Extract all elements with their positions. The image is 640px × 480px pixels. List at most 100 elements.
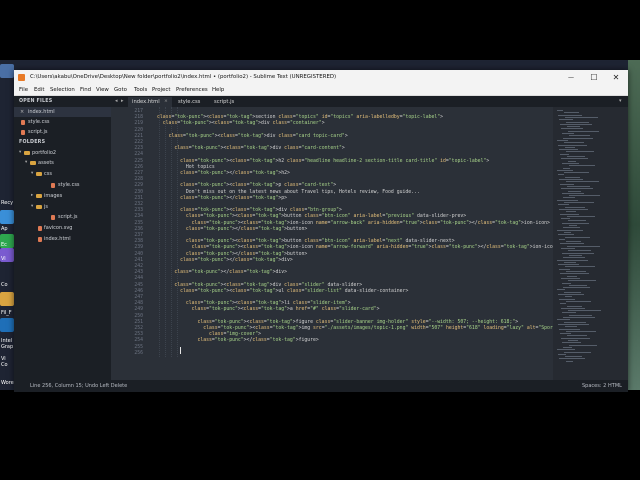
line-number: 232 [134,202,143,207]
line-number: 236 [134,226,143,232]
minimap-line [560,213,579,215]
code-line[interactable]: class="tok-punc"><class="tok-tag">button… [157,239,455,244]
code-line[interactable]: class="tok-punc"></class="tok-tag">div> [157,258,293,263]
syntax-selector[interactable]: HTML [608,383,622,389]
menu-view[interactable]: View [96,87,109,93]
desktop-app-icon[interactable] [0,210,14,224]
code-line[interactable]: class="tok-punc"></class="tok-tag">div> [157,270,287,275]
minimap-line [562,312,576,314]
code-line[interactable]: class="tok-punc"></class="tok-tag">h2> [157,171,290,176]
code-line[interactable]: class="tok-punc"><class="tok-tag">sectio… [157,115,443,120]
code-line[interactable]: class="tok-punc"><class="tok-tag">div cl… [157,121,325,126]
minimap-line [569,254,582,256]
minimap-line [560,153,569,155]
open-file-item[interactable]: × index.html [14,107,111,117]
code-line[interactable]: class="tok-punc"><class="tok-tag">figure… [157,320,518,325]
menu-file[interactable]: File [19,87,28,93]
code-line[interactable]: class="tok-punc"></class="tok-tag">p> [157,196,287,201]
minimap-line [557,169,573,171]
minimap-line [557,229,583,231]
code-line[interactable]: class="tok-punc"></class="tok-tag">butto… [157,227,307,232]
code-line[interactable]: Hot topics [157,165,215,170]
menu-preferences[interactable]: Preferences [176,87,208,93]
code-line[interactable]: class="tok-punc"><class="tok-tag">h2 cla… [157,159,489,164]
code-line[interactable]: class="tok-punc"><class="tok-tag">div cl… [157,146,344,151]
minimap-line [567,275,577,277]
menu-edit[interactable]: Edit [34,87,44,93]
tab-overflow-icon[interactable]: ▾ [619,98,622,104]
code-editor[interactable]: 217 218 219 220 221 222 223 224 225 226 227 228 229 2… [111,107,628,380]
line-number: 251 [134,319,143,325]
code-line[interactable]: class="tok-punc"><class="tok-tag">a href… [157,307,380,312]
minimap-line [566,241,581,243]
menu-help[interactable]: Help [212,87,224,93]
maximize-button[interactable]: ☐ [585,72,603,83]
line-number: 246 [134,288,143,294]
code-line[interactable]: class="tok-punc"><class="tok-tag">button… [157,214,466,219]
desktop-app-icon[interactable] [0,292,14,306]
folder-item[interactable]: ▾ js [14,202,111,212]
line-number: 248 [134,301,143,307]
minimap-line [563,287,590,289]
line-number: 217 [134,109,143,114]
folder-item[interactable]: ▸ images [14,191,111,201]
close-tab-icon[interactable]: × [164,99,168,104]
folder-item[interactable]: ▾ assets [14,158,111,168]
menu-project[interactable]: Project [152,87,170,93]
line-number: 218 [134,115,143,121]
code-line[interactable]: class="tok-punc"><class="tok-tag">li cla… [157,301,351,306]
title-bar[interactable]: C:\Users\akabu\OneDrive\Desktop\New fold… [14,70,628,85]
minimap-line [564,321,586,323]
line-number: 226 [134,164,143,170]
line-number: 231 [134,195,143,201]
indentation-setting[interactable]: Spaces: 2 [582,383,606,389]
open-file-item[interactable]: script.js [14,127,111,137]
file-item[interactable]: favicon.svg [14,223,111,233]
file-item[interactable]: script.js [14,212,111,222]
minimap-line [562,282,571,284]
folder-icon [30,161,36,165]
close-file-icon[interactable]: × [20,109,24,115]
code-line[interactable]: class="img-cover"> [157,332,261,337]
code-line[interactable]: class="tok-punc"><class="tok-tag">ion-ic… [157,221,550,226]
line-number: 233 [134,208,143,214]
menu-goto[interactable]: Goto [114,87,127,93]
tab-prev-icon[interactable]: ◂ [115,98,118,104]
desktop-icon-label: Recy [1,200,14,206]
minimap-line [560,243,584,245]
desktop-app-icon[interactable] [0,64,14,78]
menu-selection[interactable]: Selection [50,87,75,93]
tab-label: script.js [214,99,235,105]
code-line[interactable]: class="tok-punc"><class="tok-tag">ion-ic… [157,245,559,250]
tab-label: style.css [178,99,201,105]
code-line[interactable]: class="tok-punc"><class="tok-tag">div cl… [157,208,342,213]
tab-script-js[interactable]: script.js [210,97,244,107]
code-line[interactable]: class="tok-punc"><class="tok-tag">div cl… [157,134,348,139]
desktop-app-icon[interactable] [0,318,14,332]
folder-item[interactable]: ▾ portfolio2 [14,148,111,158]
minimize-button[interactable]: — [562,72,580,83]
code-line[interactable]: class="tok-punc"><class="tok-tag">img sr… [157,326,558,331]
folder-item[interactable]: ▾ css [14,169,111,179]
tab-style-css[interactable]: style.css [174,97,208,107]
minimap-line [566,360,573,362]
minimap[interactable] [553,107,628,380]
code-line[interactable]: class="tok-punc"><class="tok-tag">p clas… [157,183,336,188]
code-line[interactable]: class="tok-punc"><class="tok-tag">ul cla… [157,289,408,294]
code-line[interactable]: class="tok-punc"></class="tok-tag">butto… [157,252,307,257]
tab-index-html[interactable]: index.html × [128,97,172,107]
tab-next-icon[interactable]: ▸ [121,98,124,104]
tab-bar: ◂ ▸ index.html × style.css script.js ▾ [111,96,628,107]
minimap-line [559,208,588,210]
minimap-line [558,174,564,176]
menu-find[interactable]: Find [80,87,91,93]
file-item[interactable]: index.html [14,234,111,244]
close-button[interactable]: ✕ [607,72,625,83]
open-file-item[interactable]: style.css [14,117,111,127]
file-item[interactable]: style.css [14,180,111,190]
code-line[interactable]: Don't miss out on the latest news about … [157,190,420,195]
menu-tools[interactable]: Tools [134,87,147,93]
code-line[interactable]: class="tok-punc"></class="tok-tag">figur… [157,338,318,343]
tree-label: style.css [58,182,80,188]
code-line[interactable]: class="tok-punc"><class="tok-tag">div cl… [157,283,362,288]
